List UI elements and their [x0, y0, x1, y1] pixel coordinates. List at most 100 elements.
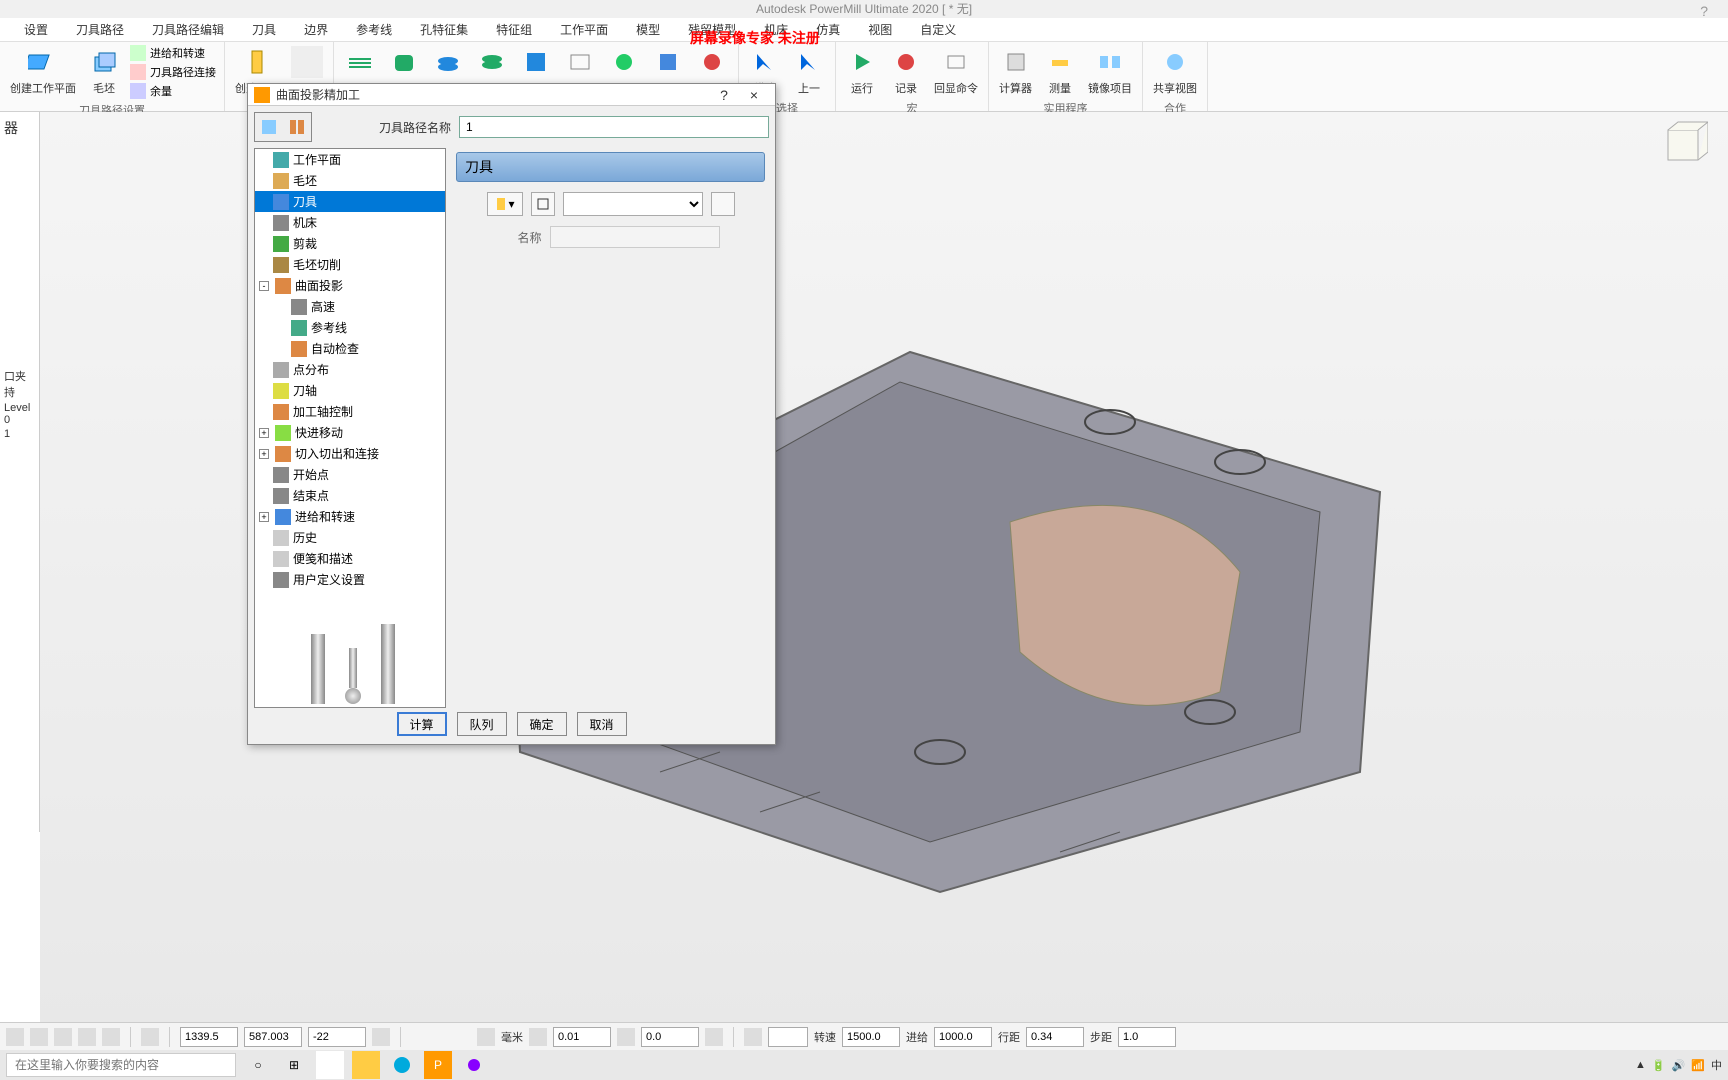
tree-item[interactable]: +进给和转速	[255, 506, 445, 527]
grid-icon[interactable]	[141, 1028, 159, 1046]
tree-item[interactable]: 毛坯切削	[255, 254, 445, 275]
coord-y-input[interactable]	[244, 1027, 302, 1047]
tool-extra-button[interactable]	[287, 44, 327, 80]
tree-item[interactable]: 用户定义设置	[255, 569, 445, 590]
menu-hole[interactable]: 孔特征集	[406, 18, 482, 41]
block-button[interactable]: 毛坯	[84, 44, 124, 98]
sb-icon-3[interactable]	[54, 1028, 72, 1046]
dialog-help-icon[interactable]: ?	[709, 87, 739, 103]
tray-icon[interactable]: ▲	[1635, 1059, 1646, 1071]
tree-item[interactable]: 刀轴	[255, 380, 445, 401]
edge-icon[interactable]	[388, 1051, 416, 1079]
menu-feature[interactable]: 特征组	[482, 18, 546, 41]
tree-item[interactable]: 机床	[255, 212, 445, 233]
mirror-button[interactable]: 镜像项目	[1084, 44, 1136, 98]
battery-icon[interactable]: 🔋	[1652, 1059, 1666, 1072]
tree-item[interactable]: +切入切出和连接	[255, 443, 445, 464]
menu-tool[interactable]: 刀具	[238, 18, 290, 41]
dialog-close-icon[interactable]: ×	[739, 87, 769, 103]
sb-icon-2[interactable]	[30, 1028, 48, 1046]
tol-icon[interactable]	[529, 1028, 547, 1046]
coord-z-input[interactable]	[308, 1027, 366, 1047]
coord-x-input[interactable]	[180, 1027, 238, 1047]
tree-item[interactable]: 刀具	[255, 191, 445, 212]
macro-run-button[interactable]: 运行	[842, 44, 882, 98]
menu-boundary[interactable]: 边界	[290, 18, 342, 41]
tree-item[interactable]: 便笺和描述	[255, 548, 445, 569]
unit-icon[interactable]	[477, 1028, 495, 1046]
verify-3-button[interactable]	[692, 44, 732, 80]
wifi-icon[interactable]: 📶	[1691, 1059, 1705, 1072]
ime-indicator[interactable]: 中	[1711, 1057, 1722, 1073]
tool-name-input[interactable]	[550, 226, 720, 248]
select-prev-button[interactable]: 上一	[789, 44, 829, 98]
menu-pattern[interactable]: 参考线	[342, 18, 406, 41]
sb-icon-7[interactable]	[705, 1028, 723, 1046]
ok-button[interactable]: 确定	[517, 712, 567, 736]
menu-settings[interactable]: 设置	[10, 18, 62, 41]
tool-select[interactable]	[563, 192, 703, 216]
tree-item[interactable]: 工作平面	[255, 149, 445, 170]
macro-record-button[interactable]: 记录	[886, 44, 926, 98]
mode-list-button[interactable]	[283, 113, 311, 141]
menu-toolpath[interactable]: 刀具路径	[62, 18, 138, 41]
tree-item[interactable]: 开始点	[255, 464, 445, 485]
tree-item[interactable]: +快进移动	[255, 422, 445, 443]
menu-view[interactable]: 视图	[854, 18, 906, 41]
dist-input[interactable]	[1026, 1027, 1084, 1047]
sb-icon-4[interactable]	[78, 1028, 96, 1046]
tree-item[interactable]: 结束点	[255, 485, 445, 506]
tool-edit-button[interactable]	[711, 192, 735, 216]
tree-item[interactable]: 毛坯	[255, 170, 445, 191]
strategy-3-button[interactable]	[428, 44, 468, 80]
windows-search-input[interactable]	[6, 1053, 236, 1077]
strategy-4-button[interactable]	[472, 44, 512, 80]
speed-input[interactable]	[842, 1027, 900, 1047]
step-input[interactable]	[1118, 1027, 1176, 1047]
dialog-titlebar[interactable]: 曲面投影精加工 ? ×	[248, 84, 775, 106]
powermill-icon[interactable]: P	[424, 1051, 452, 1079]
strategy-6-button[interactable]	[560, 44, 600, 80]
toolpath-name-input[interactable]	[459, 116, 769, 138]
help-icon[interactable]: ?	[1700, 2, 1708, 20]
sb-icon-1[interactable]	[6, 1028, 24, 1046]
menu-workplane[interactable]: 工作平面	[546, 18, 622, 41]
cortana-icon[interactable]: ○	[244, 1051, 272, 1079]
strategy-5-button[interactable]	[516, 44, 556, 80]
tool-lock-button[interactable]	[531, 192, 555, 216]
strategy-1-button[interactable]	[340, 44, 380, 80]
tree-item[interactable]: 自动检查	[255, 338, 445, 359]
queue-button[interactable]: 队列	[457, 712, 507, 736]
measure-button[interactable]: 测量	[1040, 44, 1080, 98]
macro-echo-button[interactable]: 回显命令	[930, 44, 982, 98]
sb-input-extra[interactable]	[768, 1027, 808, 1047]
stock-button[interactable]: 余量	[128, 82, 218, 100]
sb-icon-8[interactable]	[744, 1028, 762, 1046]
offset-icon[interactable]	[617, 1028, 635, 1046]
create-workplane-button[interactable]: 创建工作平面	[6, 44, 80, 98]
menu-toolpath-edit[interactable]: 刀具路径编辑	[138, 18, 238, 41]
volume-icon[interactable]: 🔊	[1672, 1059, 1686, 1072]
calculator-button[interactable]: 计算器	[995, 44, 1036, 98]
explorer-icon[interactable]	[352, 1051, 380, 1079]
feeds-speeds-button[interactable]: 进给和转速	[128, 44, 218, 62]
mode-icon-button[interactable]	[255, 113, 283, 141]
toolpath-conn-button[interactable]: 刀具路径连接	[128, 63, 218, 81]
tree-item[interactable]: 高速	[255, 296, 445, 317]
tree-item[interactable]: 加工轴控制	[255, 401, 445, 422]
share-view-button[interactable]: 共享视图	[1149, 44, 1201, 98]
tree-item[interactable]: 历史	[255, 527, 445, 548]
cancel-button[interactable]: 取消	[577, 712, 627, 736]
menu-model[interactable]: 模型	[622, 18, 674, 41]
calculate-button[interactable]: 计算	[397, 712, 447, 736]
verify-1-button[interactable]	[604, 44, 644, 80]
recorder-icon[interactable]	[460, 1051, 488, 1079]
offset-input[interactable]	[641, 1027, 699, 1047]
menu-custom[interactable]: 自定义	[906, 18, 970, 41]
taskview-icon[interactable]: ⊞	[280, 1051, 308, 1079]
feed-input[interactable]	[934, 1027, 992, 1047]
tree-item[interactable]: -曲面投影	[255, 275, 445, 296]
verify-2-button[interactable]	[648, 44, 688, 80]
sb-icon-6[interactable]	[372, 1028, 390, 1046]
tool-picker-button[interactable]: ▾	[487, 192, 523, 216]
